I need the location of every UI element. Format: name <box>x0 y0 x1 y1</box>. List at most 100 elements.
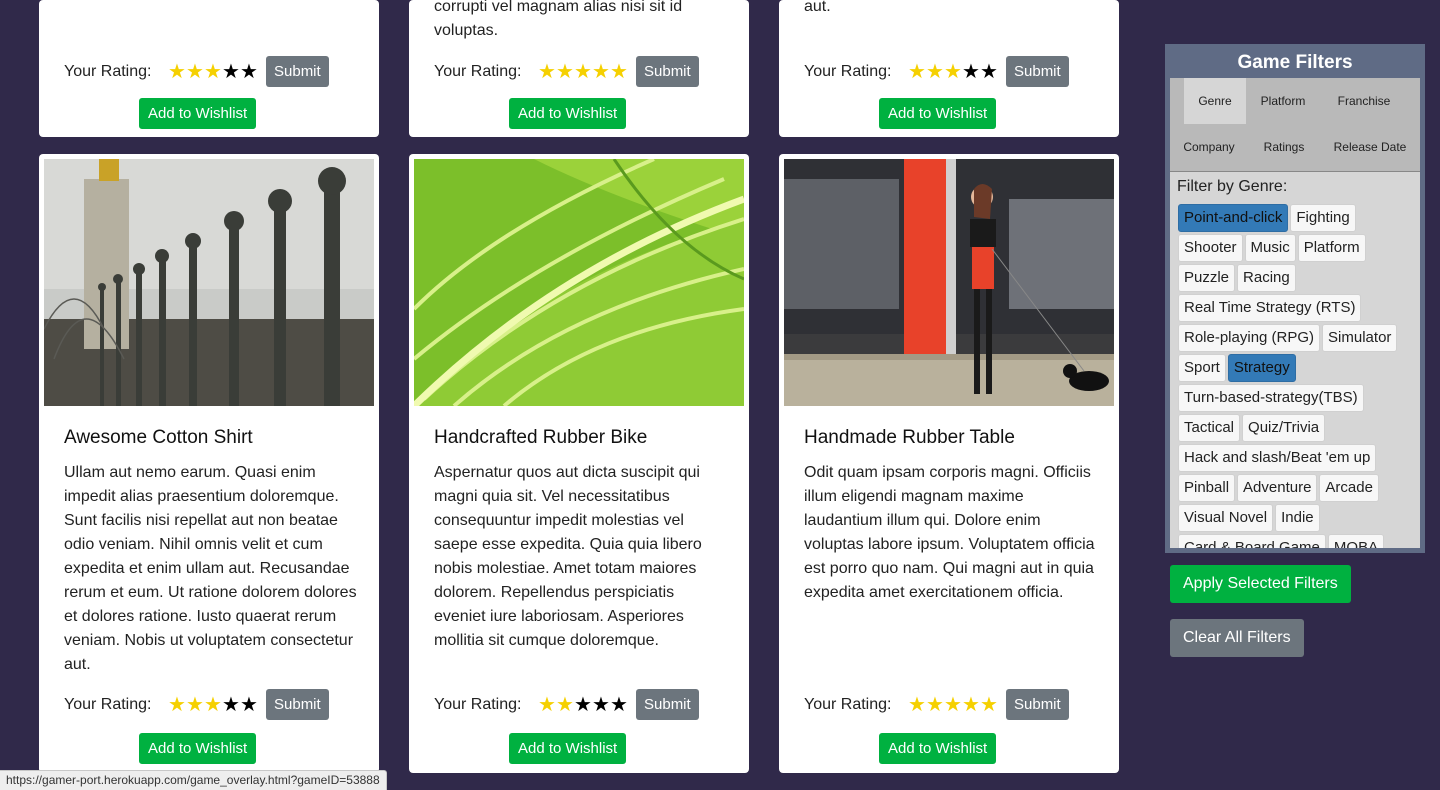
add-to-wishlist-button[interactable]: Add to Wishlist <box>879 733 997 764</box>
genre-chip[interactable]: Indie <box>1275 504 1320 532</box>
genre-chip[interactable]: Puzzle <box>1178 264 1236 292</box>
game-description: Ullam aut nemo earum. Quasi enim impedit… <box>64 464 357 673</box>
star-icon[interactable]: ★ <box>592 62 610 82</box>
rating-label: Your Rating: <box>64 62 152 80</box>
star-icon[interactable]: ★ <box>204 695 222 715</box>
star-icon[interactable]: ★ <box>926 695 944 715</box>
submit-rating-button[interactable]: Submit <box>266 689 329 720</box>
star-icon[interactable]: ★ <box>186 695 204 715</box>
genre-chip[interactable]: Turn-based-strategy(TBS) <box>1178 384 1364 412</box>
star-icon[interactable]: ★ <box>574 62 592 82</box>
game-filters-panel: Game Filters Genre Platform Franchise Co… <box>1165 44 1425 553</box>
star-icon[interactable]: ★ <box>538 695 556 715</box>
game-title[interactable]: Handcrafted Rubber Bike <box>434 427 647 449</box>
star-rating[interactable]: ★ ★ ★ ★ ★ <box>168 62 258 82</box>
genre-chip[interactable]: Arcade <box>1319 474 1379 502</box>
rating-row: Your Rating: ★ ★ ★ ★ ★ Submit <box>434 56 699 87</box>
star-rating[interactable]: ★ ★ ★ ★ ★ <box>908 695 998 715</box>
game-card[interactable]: Handmade Rubber Table Odit quam ipsam co… <box>779 154 1119 773</box>
genre-chip[interactable]: MOBA <box>1327 534 1385 548</box>
star-icon[interactable]: ★ <box>538 62 556 82</box>
star-icon[interactable]: ★ <box>222 695 240 715</box>
star-icon[interactable]: ★ <box>168 62 186 82</box>
genre-chip[interactable]: Sport <box>1178 354 1226 382</box>
add-to-wishlist-button[interactable]: Add to Wishlist <box>879 98 997 129</box>
genre-chip[interactable]: Pinball <box>1178 474 1236 502</box>
genre-chip[interactable]: Hack and slash/Beat 'em up <box>1178 444 1377 472</box>
genre-chip[interactable]: Strategy <box>1227 354 1296 382</box>
star-rating[interactable]: ★ ★ ★ ★ ★ <box>538 695 628 715</box>
star-icon[interactable]: ★ <box>592 695 610 715</box>
submit-rating-button[interactable]: Submit <box>636 689 699 720</box>
star-icon[interactable]: ★ <box>240 695 258 715</box>
star-icon[interactable]: ★ <box>556 62 574 82</box>
genre-chip[interactable]: Racing <box>1237 264 1296 292</box>
genre-chip[interactable]: Shooter <box>1178 234 1243 262</box>
genre-chip[interactable]: Adventure <box>1237 474 1318 502</box>
star-icon[interactable]: ★ <box>908 62 926 82</box>
game-cover-image[interactable] <box>44 159 374 406</box>
submit-rating-button[interactable]: Submit <box>636 56 699 87</box>
tab-company[interactable]: Company <box>1170 124 1248 170</box>
genre-chip[interactable]: Tactical <box>1178 414 1241 442</box>
rating-row: Your Rating: ★ ★ ★ ★ ★ Submit <box>804 689 1069 720</box>
submit-rating-button[interactable]: Submit <box>1006 56 1069 87</box>
genre-chip[interactable]: Visual Novel <box>1178 504 1274 532</box>
genre-chip[interactable]: Music <box>1244 234 1296 262</box>
genre-chip[interactable]: Fighting <box>1290 204 1356 232</box>
genre-filter-panel[interactable]: Filter by Genre: Point-and-click Fighting… <box>1170 172 1420 548</box>
star-rating[interactable]: ★ ★ ★ ★ ★ <box>538 62 628 82</box>
tab-genre[interactable]: Genre <box>1184 78 1246 124</box>
star-icon[interactable]: ★ <box>962 695 980 715</box>
tab-franchise[interactable]: Franchise <box>1320 78 1408 124</box>
filters-body: Genre Platform Franchise Company Ratings… <box>1170 78 1420 548</box>
game-cover-image[interactable] <box>414 159 744 406</box>
clear-filters-button[interactable]: Clear All Filters <box>1170 619 1304 657</box>
add-to-wishlist-button[interactable]: Add to Wishlist <box>139 733 257 764</box>
star-rating[interactable]: ★ ★ ★ ★ ★ <box>908 62 998 82</box>
star-icon[interactable]: ★ <box>204 62 222 82</box>
star-icon[interactable]: ★ <box>962 62 980 82</box>
star-icon[interactable]: ★ <box>944 695 962 715</box>
star-icon[interactable]: ★ <box>240 62 258 82</box>
genre-chip[interactable]: Real Time Strategy (RTS) <box>1178 294 1362 322</box>
game-card[interactable]: Handcrafted Rubber Bike Aspernatur quos … <box>409 154 749 773</box>
genre-chip[interactable]: Role-playing (RPG) <box>1178 324 1321 352</box>
star-icon[interactable]: ★ <box>926 62 944 82</box>
apply-filters-button[interactable]: Apply Selected Filters <box>1170 565 1351 603</box>
star-icon[interactable]: ★ <box>556 695 574 715</box>
star-icon[interactable]: ★ <box>610 62 628 82</box>
star-icon[interactable]: ★ <box>186 62 204 82</box>
genre-chip[interactable]: Simulator <box>1322 324 1398 352</box>
star-icon[interactable]: ★ <box>610 695 628 715</box>
game-title[interactable]: Awesome Cotton Shirt <box>64 427 253 449</box>
star-icon[interactable]: ★ <box>980 695 998 715</box>
tab-platform[interactable]: Platform <box>1246 78 1320 124</box>
game-title[interactable]: Handmade Rubber Table <box>804 427 1015 449</box>
genre-chip[interactable]: Point-and-click <box>1178 204 1289 232</box>
star-icon[interactable]: ★ <box>908 695 926 715</box>
game-card-top-1: Your Rating: ★ ★ ★ ★ ★ Submit Add to Wishlis… <box>39 0 379 137</box>
add-to-wishlist-button[interactable]: Add to Wishlist <box>509 98 627 129</box>
star-icon[interactable]: ★ <box>944 62 962 82</box>
game-card[interactable]: Awesome Cotton Shirt Ullam aut nemo earu… <box>39 154 379 773</box>
tab-release-date[interactable]: Release Date <box>1320 124 1420 170</box>
star-icon[interactable]: ★ <box>980 62 998 82</box>
status-bar-url: https://gamer-port.herokuapp.com/game_ov… <box>0 770 387 790</box>
submit-rating-button[interactable]: Submit <box>266 56 329 87</box>
star-icon[interactable]: ★ <box>168 695 186 715</box>
rating-row: Your Rating: ★ ★ ★ ★ ★ Submit <box>64 56 329 87</box>
game-cover-image[interactable] <box>784 159 1114 406</box>
star-rating[interactable]: ★ ★ ★ ★ ★ <box>168 695 258 715</box>
rating-label: Your Rating: <box>434 62 522 80</box>
star-icon[interactable]: ★ <box>574 695 592 715</box>
genre-chip[interactable]: Platform <box>1297 234 1366 262</box>
add-to-wishlist-button[interactable]: Add to Wishlist <box>509 733 627 764</box>
rating-label: Your Rating: <box>434 695 522 713</box>
add-to-wishlist-button[interactable]: Add to Wishlist <box>139 98 257 129</box>
genre-chip[interactable]: Card & Board Game <box>1178 534 1326 548</box>
submit-rating-button[interactable]: Submit <box>1006 689 1069 720</box>
star-icon[interactable]: ★ <box>222 62 240 82</box>
genre-chip[interactable]: Quiz/Trivia <box>1242 414 1326 442</box>
tab-ratings[interactable]: Ratings <box>1248 124 1320 170</box>
